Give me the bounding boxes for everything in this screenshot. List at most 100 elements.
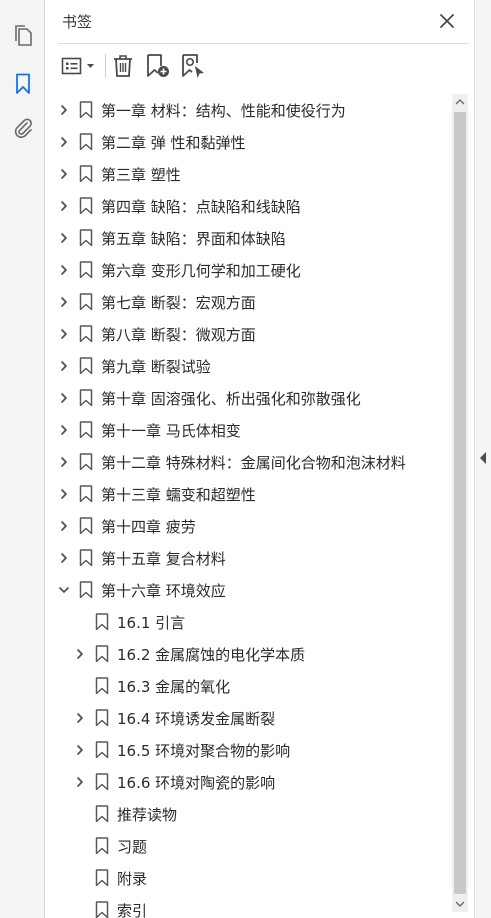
bookmark-label: 第十六章 环境效应 [101, 582, 226, 600]
bookmark-row[interactable]: 第十六章 环境效应 [46, 574, 454, 606]
bookmark-row[interactable]: 第五章 缺陷：界面和体缺陷 [46, 222, 454, 254]
bookmark-row[interactable]: 第十四章 疲劳 [46, 510, 454, 542]
bookmark-label: 习题 [117, 838, 148, 856]
options-menu-button[interactable] [60, 52, 98, 80]
chevron-right-icon[interactable] [57, 199, 71, 213]
navigation-rail [0, 0, 45, 918]
chevron-right-icon[interactable] [57, 487, 71, 501]
bookmark-row[interactable]: 16.3 金属的氧化 [46, 670, 454, 702]
bookmark-icon [95, 709, 109, 727]
chevron-right-icon[interactable] [73, 711, 87, 725]
bookmark-icon [95, 901, 109, 918]
bookmark-icon [95, 837, 109, 855]
bookmark-row[interactable]: 第六章 变形几何学和加工硬化 [46, 254, 454, 286]
bookmark-row[interactable]: 第八章 断裂：微观方面 [46, 318, 454, 350]
chevron-right-icon[interactable] [73, 743, 87, 757]
bookmark-label: 第十三章 蠕变和超塑性 [101, 486, 256, 504]
bookmark-label: 16.4 环境诱发金属断裂 [117, 710, 276, 728]
list-options-icon [61, 57, 94, 75]
page-thumbnails-icon [14, 25, 32, 46]
scroll-down-button[interactable] [452, 896, 468, 912]
attachments-button[interactable] [0, 108, 45, 148]
bookmark-label: 16.3 金属的氧化 [117, 678, 231, 696]
chevron-up-icon [455, 99, 465, 105]
paperclip-icon [14, 118, 32, 138]
bookmark-row[interactable]: 第一章 材料：结构、性能和使役行为 [46, 94, 454, 126]
chevron-right-icon[interactable] [57, 327, 71, 341]
bookmark-icon [95, 741, 109, 759]
bookmark-icon [95, 805, 109, 823]
bookmark-label: 16.2 金属腐蚀的电化学本质 [117, 646, 306, 664]
bookmark-label: 第四章 缺陷：点缺陷和线缺陷 [101, 198, 301, 216]
bookmark-row[interactable]: 习题 [46, 830, 454, 862]
new-bookmark-button[interactable] [144, 52, 172, 80]
chevron-right-icon[interactable] [57, 103, 71, 117]
vertical-scrollbar[interactable] [452, 94, 468, 912]
bookmark-row[interactable]: 16.1 引言 [46, 606, 454, 638]
bookmark-row[interactable]: 16.4 环境诱发金属断裂 [46, 702, 454, 734]
bookmark-icon [95, 869, 109, 887]
chevron-right-icon[interactable] [57, 359, 71, 373]
bookmark-row[interactable]: 第九章 断裂试验 [46, 350, 454, 382]
chevron-right-icon[interactable] [57, 167, 71, 181]
bookmark-label: 第十章 固溶强化、析出强化和弥散强化 [101, 390, 361, 408]
chevron-right-icon[interactable] [57, 231, 71, 245]
bookmark-row[interactable]: 16.2 金属腐蚀的电化学本质 [46, 638, 454, 670]
bookmark-row[interactable]: 推荐读物 [46, 798, 454, 830]
bookmark-icon [95, 773, 109, 791]
bookmarks-panel: 书签 第一章 材料：结构、性能和使役行为 第二章 弹 性和黏弹性 第三章 塑性 … [46, 0, 474, 918]
bookmark-icon [15, 73, 30, 94]
bookmark-label: 第十五章 复合材料 [101, 550, 226, 568]
bookmark-row[interactable]: 第二章 弹 性和黏弹性 [46, 126, 454, 158]
chevron-right-icon[interactable] [57, 391, 71, 405]
panel-header: 书签 [46, 0, 474, 44]
bookmark-icon [79, 325, 93, 343]
find-bookmark-button[interactable] [179, 52, 207, 80]
bookmark-row[interactable]: 第七章 断裂：宏观方面 [46, 286, 454, 318]
bookmark-row[interactable]: 第十一章 马氏体相变 [46, 414, 454, 446]
chevron-right-icon[interactable] [57, 519, 71, 533]
bookmark-row[interactable]: 第十章 固溶强化、析出强化和弥散强化 [46, 382, 454, 414]
delete-bookmark-button[interactable] [110, 52, 136, 80]
bookmark-label: 第二章 弹 性和黏弹性 [101, 134, 246, 152]
chevron-right-icon[interactable] [57, 295, 71, 309]
chevron-down-icon[interactable] [57, 583, 71, 597]
chevron-right-icon[interactable] [57, 455, 71, 469]
bookmark-tree: 第一章 材料：结构、性能和使役行为第二章 弹 性和黏弹性第三章 塑性第四章 缺陷… [46, 94, 454, 918]
bookmark-row[interactable]: 第十五章 复合材料 [46, 542, 454, 574]
bookmark-row[interactable]: 16.6 环境对陶瓷的影响 [46, 766, 454, 798]
bookmark-icon [95, 613, 109, 631]
panel-title: 书签 [62, 13, 93, 31]
bookmark-row[interactable]: 附录 [46, 862, 454, 894]
bookmark-label: 推荐读物 [117, 806, 178, 824]
toolbar-separator [105, 54, 106, 78]
bookmarks-rail-button[interactable] [0, 64, 45, 104]
chevron-right-icon[interactable] [73, 647, 87, 661]
bookmark-search-icon [182, 54, 204, 78]
bookmark-label: 16.1 引言 [117, 614, 186, 632]
chevron-right-icon[interactable] [57, 423, 71, 437]
chevron-right-icon[interactable] [57, 263, 71, 277]
scroll-up-button[interactable] [452, 94, 468, 110]
bookmark-row[interactable]: 第三章 塑性 [46, 158, 454, 190]
chevron-right-icon[interactable] [73, 775, 87, 789]
page-thumbnails-button[interactable] [0, 16, 45, 56]
bookmarks-toolbar [46, 48, 474, 84]
chevron-right-icon[interactable] [57, 551, 71, 565]
bookmark-icon [95, 677, 109, 695]
bookmark-label: 16.6 环境对陶瓷的影响 [117, 774, 276, 792]
bookmark-icon [79, 229, 93, 247]
bookmark-row[interactable]: 第十三章 蠕变和超塑性 [46, 478, 454, 510]
chevron-right-icon[interactable] [57, 135, 71, 149]
collapse-pane-button[interactable] [478, 450, 488, 466]
scroll-thumb[interactable] [454, 112, 466, 894]
bookmark-row[interactable]: 第四章 缺陷：点缺陷和线缺陷 [46, 190, 454, 222]
chevron-down-icon [455, 901, 465, 907]
bookmark-row[interactable]: 16.5 环境对聚合物的影响 [46, 734, 454, 766]
bookmark-row[interactable]: 第十二章 特殊材料：金属间化合物和泡沫材料 [46, 446, 454, 478]
bookmark-label: 16.5 环境对聚合物的影响 [117, 742, 291, 760]
bookmark-icon [95, 645, 109, 663]
close-panel-button[interactable] [436, 10, 458, 32]
bookmark-label: 第七章 断裂：宏观方面 [101, 294, 256, 312]
bookmark-row[interactable]: 索引 [46, 894, 454, 918]
